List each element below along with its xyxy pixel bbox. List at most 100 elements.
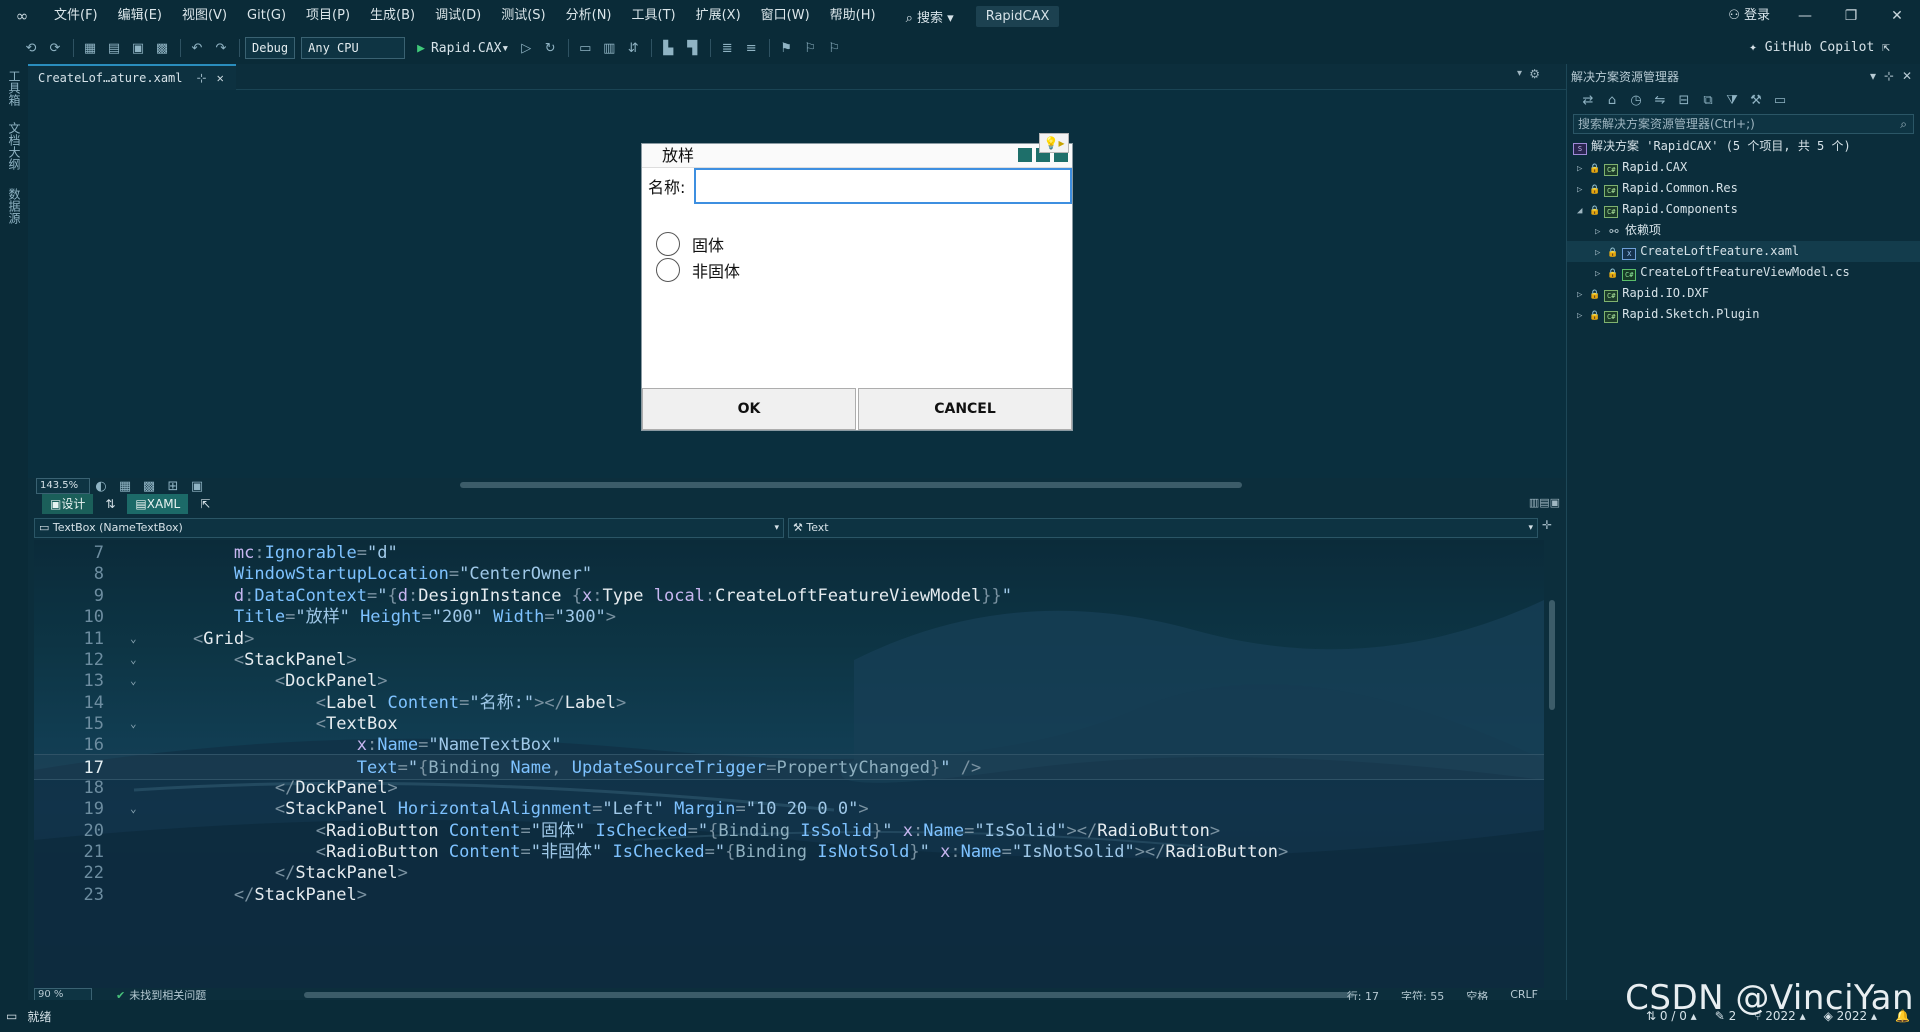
menu-git[interactable]: Git(G) (237, 0, 296, 32)
tree-item-dependencies[interactable]: ▷ ⚯ 依赖项 (1567, 220, 1920, 241)
menu-project[interactable]: 项目(P) (296, 0, 360, 32)
align-right-icon[interactable]: ▜ (681, 37, 703, 59)
panel-menu-icon[interactable]: ▾ (1870, 64, 1876, 88)
toolbox-tab[interactable]: 工具箱 (6, 70, 23, 106)
expand-arrow-icon[interactable]: ▷ (1595, 243, 1607, 264)
redo-icon[interactable]: ↷ (210, 37, 232, 59)
history-icon[interactable]: ◷ (1625, 89, 1647, 111)
minimize-button[interactable]: — (1782, 0, 1828, 32)
close-icon[interactable]: ✕ (1902, 64, 1912, 88)
back-icon[interactable]: ⟲ (20, 37, 42, 59)
visual-studio-logo-icon[interactable]: ∞ (0, 0, 44, 32)
tab-createloftfeature-xaml[interactable]: CreateLof…ature.xaml ⊹ ✕ (28, 64, 236, 90)
data-sources-tab[interactable]: 数据源 (6, 188, 23, 224)
pin-icon[interactable]: ⊹ (1884, 64, 1894, 88)
menu-window[interactable]: 窗口(W) (751, 0, 820, 32)
restore-button[interactable]: ❐ (1828, 0, 1874, 32)
designer-zoom-select[interactable]: 143.5% (36, 478, 90, 494)
open-folder-icon[interactable]: ▤ (103, 37, 125, 59)
home-icon[interactable]: ⌂ (1601, 89, 1623, 111)
menu-test[interactable]: 测试(S) (491, 0, 555, 32)
align-left-icon[interactable]: ▙ (657, 37, 679, 59)
comment-icon[interactable]: ≣ (716, 37, 738, 59)
bookmark-icon[interactable]: ⚑ (775, 37, 797, 59)
forward-icon[interactable]: ⟳ (44, 37, 66, 59)
expand-arrow-icon[interactable]: ▷ (1595, 222, 1607, 243)
switch-views-icon[interactable]: ⇄ (1577, 89, 1599, 111)
preview-icon[interactable]: ▭ (1769, 89, 1791, 111)
editor-vertical-scrollbar[interactable] (1546, 540, 1558, 988)
document-outline-tab[interactable]: 文档大纲 (6, 122, 23, 170)
next-bookmark-icon[interactable]: ⚐ (823, 37, 845, 59)
solution-name-badge[interactable]: RapidCAX (975, 5, 1060, 27)
menu-extensions[interactable]: 扩展(X) (686, 0, 751, 32)
tab-xaml[interactable]: ▤ XAML (127, 494, 189, 514)
close-tab-icon[interactable]: ✕ (217, 71, 224, 85)
properties-wrench-icon[interactable]: ⚒ (1745, 89, 1767, 111)
name-textbox[interactable] (694, 168, 1072, 204)
prev-bookmark-icon[interactable]: ⚐ (799, 37, 821, 59)
wpf-window-preview[interactable]: 放样 名称: 固体 非固体 OK CANCEL (641, 143, 1073, 431)
uncomment-icon[interactable]: ≡ (740, 37, 762, 59)
popout-icon[interactable]: ⇱ (192, 494, 218, 514)
designer-horizontal-scrollbar[interactable] (460, 482, 1242, 488)
expand-arrow-icon[interactable]: ▷ (1595, 264, 1607, 285)
new-project-icon[interactable]: ▦ (79, 37, 101, 59)
collapse-all-icon[interactable]: ⊟ (1673, 89, 1695, 111)
tree-item-file[interactable]: ▷ 🔒 C# CreateLoftFeatureViewModel.cs (1567, 262, 1920, 283)
tree-item-project[interactable]: ▷ 🔒 C# Rapid.Common.Res (1567, 178, 1920, 199)
tab-list-dropdown-icon[interactable]: ▾ (1517, 68, 1522, 79)
tree-item-project[interactable]: ▷ 🔒 C# Rapid.Sketch.Plugin (1567, 304, 1920, 325)
show-all-files-icon[interactable]: ⧉ (1697, 89, 1719, 111)
save-all-icon[interactable]: ▩ (151, 37, 173, 59)
tree-item-project[interactable]: ▷ 🔒 C# Rapid.CAX (1567, 157, 1920, 178)
expand-arrow-icon[interactable]: ▷ (1577, 180, 1589, 201)
step-icon[interactable]: ⇵ (622, 37, 644, 59)
layout-icon[interactable]: ▥ (598, 37, 620, 59)
cancel-button[interactable]: CANCEL (858, 388, 1072, 430)
xaml-code-editor[interactable]: 7 mc:Ignorable="d" 8 WindowStartupLocati… (34, 540, 1544, 988)
editor-horizontal-scrollbar[interactable] (304, 992, 1354, 998)
start-without-debugging-icon[interactable]: ▷ (515, 37, 537, 59)
menu-file[interactable]: 文件(F) (44, 0, 108, 32)
configuration-select[interactable]: Debug (245, 37, 296, 59)
settings-gear-icon[interactable]: ⚙ (1529, 67, 1540, 81)
filter-icon[interactable]: ⧩ (1721, 89, 1743, 111)
element-navigation-select[interactable]: ▭ TextBox (NameTextBox) ▾ (34, 518, 785, 538)
start-debugging-button[interactable]: ▶ Rapid.CAX ▾ (417, 41, 509, 56)
swap-panes-icon[interactable]: ⇅ (97, 494, 123, 514)
tree-item-file-selected[interactable]: ▷ 🔒 X CreateLoftFeature.xaml (1567, 241, 1920, 262)
expand-arrow-icon[interactable]: ▷ (1577, 285, 1589, 306)
menu-build[interactable]: 生成(B) (360, 0, 425, 32)
quick-actions-lightbulb-icon[interactable]: 💡▸ (1039, 133, 1069, 153)
save-icon[interactable]: ▣ (127, 37, 149, 59)
tree-item-project[interactable]: ▷ 🔒 C# Rapid.IO.DXF (1567, 283, 1920, 304)
close-window-button[interactable]: ✕ (1874, 0, 1920, 32)
search-menu[interactable]: ⌕ 搜索 ▾ (900, 7, 960, 26)
tree-item-solution[interactable]: S 解决方案 'RapidCAX' (5 个项目, 共 5 个) (1567, 136, 1920, 157)
tab-design[interactable]: ▣ 设计 (42, 494, 94, 514)
radio-not-solid[interactable]: 非固体 (656, 258, 740, 282)
github-copilot-button[interactable]: ✦ GitHub Copilot ⇱ (1749, 32, 1890, 64)
ok-button[interactable]: OK (642, 388, 856, 430)
browse-icon[interactable]: ▭ (574, 37, 596, 59)
radio-solid[interactable]: 固体 (656, 232, 724, 256)
menu-help[interactable]: 帮助(H) (820, 0, 886, 32)
menu-debug[interactable]: 调试(D) (425, 0, 491, 32)
menu-tools[interactable]: 工具(T) (622, 0, 686, 32)
tree-item-project[interactable]: ◢ 🔒 C# Rapid.Components (1567, 199, 1920, 220)
platform-select[interactable]: Any CPU (301, 37, 406, 59)
split-layout-icon[interactable]: ▥▤▣ (1529, 496, 1560, 509)
solution-search-input[interactable]: 搜索解决方案资源管理器(Ctrl+;) ⌕ (1573, 114, 1914, 134)
menu-view[interactable]: 视图(V) (172, 0, 237, 32)
undo-icon[interactable]: ↶ (186, 37, 208, 59)
hot-reload-icon[interactable]: ↻ (539, 37, 561, 59)
split-editor-icon[interactable]: ✛ (1542, 518, 1556, 538)
menu-analyze[interactable]: 分析(N) (556, 0, 622, 32)
expand-arrow-icon[interactable]: ▷ (1577, 306, 1589, 327)
collapse-arrow-icon[interactable]: ◢ (1577, 201, 1589, 222)
menu-edit[interactable]: 编辑(E) (108, 0, 172, 32)
sync-icon[interactable]: ⇋ (1649, 89, 1671, 111)
login-button[interactable]: ⚇ 登录 (1728, 0, 1770, 32)
property-navigation-select[interactable]: ⚒ Text ▾ (788, 518, 1539, 538)
